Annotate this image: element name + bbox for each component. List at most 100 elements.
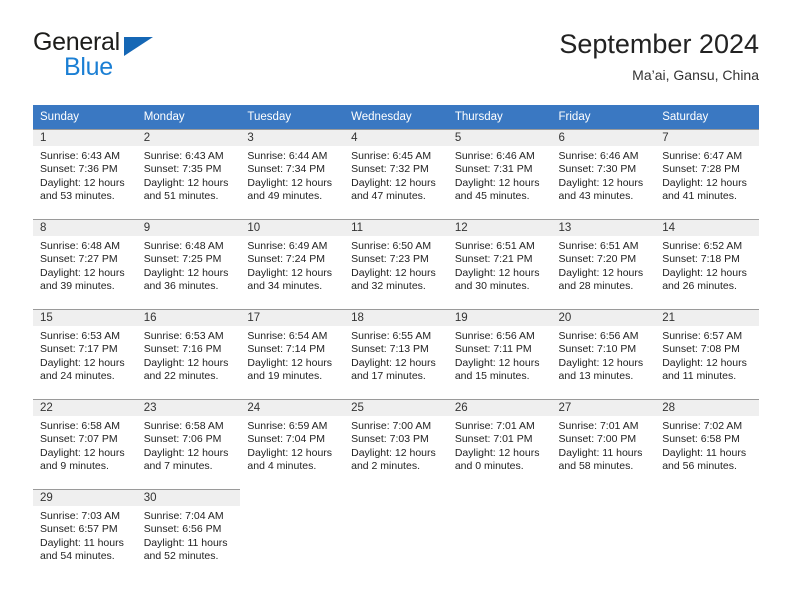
calendar-day-cell[interactable]: 27 Sunrise: 7:01 AM Sunset: 7:00 PM Dayligh… [551,399,656,480]
day-sun-info: Sunrise: 6:54 AM Sunset: 7:14 PM Daylight:… [240,326,344,384]
sunrise-time: Sunrise: 6:56 AM [454,330,535,342]
calendar-day-cell[interactable]: 15 Sunrise: 6:53 AM Sunset: 7:17 PM Dayligh… [33,309,137,390]
calendar-day-cell[interactable]: 30 Sunrise: 7:04 AM Sunset: 6:56 PM Dayligh… [136,489,241,570]
daylight-duration-line1: Daylight: 11 hours [662,446,747,459]
sunrise-time: Sunrise: 6:57 AM [662,330,743,342]
sunset-time: Sunset: 7:20 PM [558,253,637,266]
daylight-duration-line1: Daylight: 12 hours [662,266,747,279]
calendar-week-row: 8 Sunrise: 6:48 AM Sunset: 7:27 PM Daylight… [33,219,759,300]
daylight-duration-line1: Daylight: 12 hours [454,176,540,189]
location-subtitle: Ma’ai, Gansu, China [632,67,759,83]
day-sun-info: Sunrise: 6:46 AM Sunset: 7:31 PM Daylight:… [448,146,552,204]
day-sun-info: Sunrise: 6:44 AM Sunset: 7:34 PM Daylight:… [240,146,344,204]
calendar-day-cell[interactable]: 12 Sunrise: 6:51 AM Sunset: 7:21 PM Dayligh… [447,219,552,300]
calendar-day-cell[interactable]: 22 Sunrise: 6:58 AM Sunset: 7:07 PM Dayligh… [33,399,137,480]
day-sun-info: Sunrise: 6:56 AM Sunset: 7:10 PM Daylight:… [552,326,656,384]
daylight-duration-line2: and 15 minutes. [454,370,530,383]
daylight-duration-line2: and 32 minutes. [351,280,426,293]
calendar-day-cell[interactable]: 14 Sunrise: 6:52 AM Sunset: 7:18 PM Dayligh… [655,219,759,300]
title-block: September 2024 Ma’ai, Gansu, China [559,28,759,85]
calendar-day-cell[interactable]: 6 Sunrise: 6:46 AM Sunset: 7:30 PM Daylight… [551,129,656,210]
sunset-time: Sunset: 6:56 PM [143,523,222,536]
sunset-time: Sunset: 7:17 PM [40,343,118,356]
daylight-duration-line1: Daylight: 12 hours [454,446,540,459]
calendar-day-cell[interactable]: 16 Sunrise: 6:53 AM Sunset: 7:16 PM Dayligh… [136,309,241,390]
calendar-day-cell[interactable]: 29 Sunrise: 7:03 AM Sunset: 6:57 PM Dayligh… [33,489,137,570]
sunrise-time: Sunrise: 7:03 AM [40,510,120,522]
calendar-day-cell[interactable]: 21 Sunrise: 6:57 AM Sunset: 7:08 PM Dayligh… [655,309,759,390]
calendar-week-row: 1 Sunrise: 6:43 AM Sunset: 7:36 PM Daylight… [33,129,759,210]
sunrise-time: Sunrise: 7:02 AM [662,420,743,432]
sunrise-time: Sunrise: 6:49 AM [247,240,328,252]
day-sun-info: Sunrise: 6:45 AM Sunset: 7:32 PM Daylight:… [344,146,448,204]
calendar-day-cell[interactable]: 20 Sunrise: 6:56 AM Sunset: 7:10 PM Dayligh… [551,309,656,390]
calendar-day-cell[interactable]: 1 Sunrise: 6:43 AM Sunset: 7:36 PM Daylight… [33,129,137,210]
sunset-time: Sunset: 7:08 PM [662,343,740,356]
calendar-day-cell[interactable]: 28 Sunrise: 7:02 AM Sunset: 6:58 PM Dayligh… [655,399,759,480]
calendar-day-cell[interactable]: 9 Sunrise: 6:48 AM Sunset: 7:25 PM Daylight… [136,219,241,300]
daylight-duration-line1: Daylight: 12 hours [40,446,125,459]
daylight-duration-line2: and 19 minutes. [247,370,323,383]
weekday-header-monday: Monday [143,111,185,123]
calendar-day-cell[interactable]: 19 Sunrise: 6:56 AM Sunset: 7:11 PM Dayligh… [447,309,552,390]
sunrise-time: Sunrise: 6:54 AM [247,330,328,342]
day-number: 29 [33,489,137,506]
day-sun-info: Sunrise: 6:52 AM Sunset: 7:18 PM Daylight:… [655,236,759,294]
calendar-day-cell[interactable]: 17 Sunrise: 6:54 AM Sunset: 7:14 PM Dayligh… [240,309,345,390]
day-sun-info: Sunrise: 7:01 AM Sunset: 7:01 PM Daylight:… [448,416,552,474]
day-number: 14 [655,219,759,236]
daylight-duration-line1: Daylight: 12 hours [40,266,125,279]
calendar-day-cell[interactable]: 26 Sunrise: 7:01 AM Sunset: 7:01 PM Dayligh… [447,399,552,480]
calendar-empty-cell [448,489,552,570]
daylight-duration-line1: Daylight: 12 hours [143,176,229,189]
sunset-time: Sunset: 7:03 PM [351,433,429,446]
sunset-time: Sunset: 6:58 PM [662,433,740,446]
calendar-day-cell[interactable]: 7 Sunrise: 6:47 AM Sunset: 7:28 PM Daylight… [655,129,759,210]
daylight-duration-line2: and 22 minutes. [143,370,219,383]
sunset-time: Sunset: 7:11 PM [454,343,532,356]
day-sun-info: Sunrise: 7:01 AM Sunset: 7:00 PM Daylight:… [552,416,656,474]
calendar-empty-cell [655,489,759,570]
calendar-day-cell[interactable]: 25 Sunrise: 7:00 AM Sunset: 7:03 PM Dayligh… [344,399,448,480]
calendar-weeks: 1 Sunrise: 6:43 AM Sunset: 7:36 PM Daylight… [33,129,759,570]
daylight-duration-line2: and 9 minutes. [40,460,109,473]
calendar-day-cell[interactable]: 23 Sunrise: 6:58 AM Sunset: 7:06 PM Dayligh… [136,399,241,480]
calendar-day-cell[interactable]: 3 Sunrise: 6:44 AM Sunset: 7:34 PM Daylight… [240,129,345,210]
daylight-duration-line1: Daylight: 12 hours [558,266,644,279]
day-sun-info: Sunrise: 7:02 AM Sunset: 6:58 PM Daylight:… [655,416,759,474]
day-number: 11 [344,219,448,236]
generalblue-logo: General Blue [33,28,233,86]
sunrise-time: Sunrise: 7:00 AM [351,420,432,432]
calendar-day-cell[interactable]: 8 Sunrise: 6:48 AM Sunset: 7:27 PM Daylight… [33,219,137,300]
calendar-day-cell[interactable]: 10 Sunrise: 6:49 AM Sunset: 7:24 PM Dayligh… [240,219,345,300]
sunset-time: Sunset: 7:16 PM [143,343,222,356]
day-sun-info: Sunrise: 6:49 AM Sunset: 7:24 PM Daylight:… [240,236,344,294]
daylight-duration-line1: Daylight: 12 hours [247,446,333,459]
sunset-time: Sunset: 7:35 PM [143,163,222,176]
daylight-duration-line2: and 45 minutes. [454,190,530,203]
day-number: 25 [344,399,448,416]
day-number: 18 [344,309,448,326]
sunset-time: Sunset: 7:31 PM [454,163,533,176]
calendar-day-cell[interactable]: 11 Sunrise: 6:50 AM Sunset: 7:23 PM Dayligh… [344,219,448,300]
calendar-day-cell[interactable]: 13 Sunrise: 6:51 AM Sunset: 7:20 PM Dayligh… [551,219,656,300]
calendar-day-cell[interactable]: 5 Sunrise: 6:46 AM Sunset: 7:31 PM Daylight… [447,129,552,210]
daylight-duration-line1: Daylight: 12 hours [558,176,644,189]
day-number: 27 [551,399,656,416]
calendar-day-cell[interactable]: 18 Sunrise: 6:55 AM Sunset: 7:13 PM Dayligh… [344,309,448,390]
calendar-day-cell[interactable]: 4 Sunrise: 6:45 AM Sunset: 7:32 PM Daylight… [344,129,448,210]
weekday-header-thursday: Thursday [454,111,503,123]
calendar-day-cell[interactable]: 2 Sunrise: 6:43 AM Sunset: 7:35 PM Daylight… [136,129,241,210]
daylight-duration-line2: and 24 minutes. [40,370,115,383]
sunrise-time: Sunrise: 6:55 AM [351,330,432,342]
daylight-duration-line2: and 2 minutes. [351,460,420,473]
daylight-duration-line2: and 43 minutes. [558,190,634,203]
calendar-day-cell[interactable]: 24 Sunrise: 6:59 AM Sunset: 7:04 PM Dayligh… [240,399,345,480]
day-number: 8 [33,219,137,236]
daylight-duration-line2: and 34 minutes. [247,280,323,293]
day-sun-info: Sunrise: 6:59 AM Sunset: 7:04 PM Daylight:… [240,416,344,474]
day-number: 3 [240,129,345,146]
sunrise-time: Sunrise: 6:43 AM [40,150,120,162]
day-number: 28 [655,399,759,416]
daylight-duration-line2: and 17 minutes. [351,370,426,383]
